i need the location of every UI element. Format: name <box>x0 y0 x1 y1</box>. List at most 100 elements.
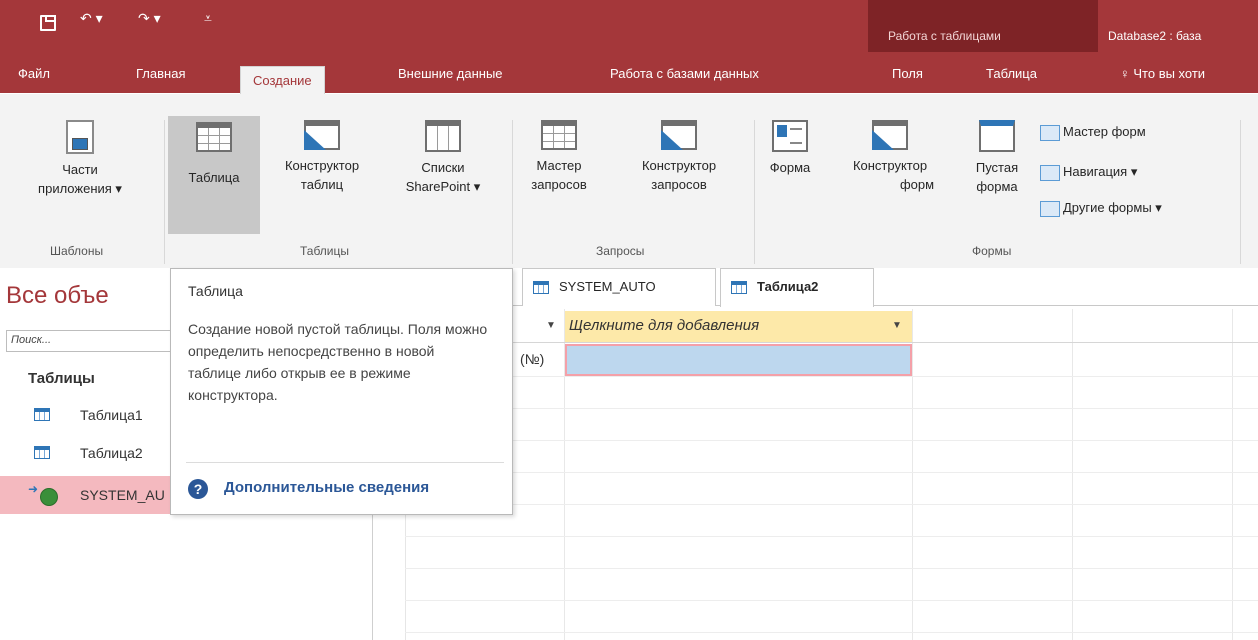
tab-database-tools[interactable]: Работа с базами данных <box>610 52 759 93</box>
nav-item-label: SYSTEM_AU <box>80 487 165 503</box>
application-parts-label-2: приложения ▾ <box>38 181 122 196</box>
form-icon <box>772 120 808 152</box>
row-divider <box>405 342 1258 343</box>
table-button[interactable]: Таблица <box>168 116 260 234</box>
ribbon-separator <box>164 120 165 264</box>
table-icon <box>731 281 747 295</box>
query-wizard-label-2: запросов <box>531 177 587 192</box>
new-row-id: (№) <box>520 351 545 367</box>
row-divider <box>405 504 1258 505</box>
blank-form-icon <box>979 120 1015 152</box>
form-designer-icon <box>872 120 908 150</box>
navigation-form-icon <box>1040 164 1060 181</box>
table-designer-button[interactable]: Конструктор таблиц <box>262 120 382 194</box>
row-divider <box>405 568 1258 569</box>
group-label-tables: Таблицы <box>300 244 350 258</box>
doc-tab-system-auto[interactable]: SYSTEM_AUTO <box>522 268 716 306</box>
form-designer-label-1: Конструктор <box>852 158 928 173</box>
add-column-dropdown-icon[interactable]: ▼ <box>892 311 902 341</box>
query-designer-label-2: запросов <box>651 177 707 192</box>
form-wizard-button[interactable]: Мастер форм <box>1040 124 1146 141</box>
row-divider <box>405 376 1258 377</box>
group-label-queries: Запросы <box>596 244 645 258</box>
row-divider <box>405 472 1258 473</box>
undo-icon[interactable]: ↶ ▾ <box>80 10 103 27</box>
link-arrow-icon: ➜ <box>28 482 39 496</box>
doc-tab-table2[interactable]: Таблица2 <box>720 268 874 307</box>
query-designer-icon <box>661 120 697 150</box>
doc-tab-label: Таблица2 <box>757 279 819 294</box>
add-column-header[interactable]: Щелкните для добавления <box>565 311 912 342</box>
redo-icon[interactable]: ↷ ▾ <box>138 10 161 27</box>
more-forms-button[interactable]: Другие формы ▾ <box>1040 200 1162 217</box>
column-divider <box>1232 309 1233 640</box>
tooltip-title: Таблица <box>188 283 243 299</box>
tab-create[interactable]: Создание <box>240 66 325 95</box>
form-designer-label-2: форм <box>899 177 935 192</box>
nav-pane-title[interactable]: Все объе <box>6 282 109 310</box>
id-column-dropdown-icon[interactable]: ▼ <box>546 311 556 341</box>
doc-tab-label: SYSTEM_AUTO <box>559 279 656 294</box>
form-button-label: Форма <box>769 160 811 175</box>
query-wizard-icon <box>541 120 577 150</box>
tell-me-label: Что вы хоти <box>1133 66 1206 81</box>
more-forms-label: Другие формы ▾ <box>1063 200 1162 215</box>
navigation-form-label: Навигация ▾ <box>1063 164 1138 179</box>
table-icon <box>533 281 549 295</box>
lightbulb-icon: ♀ <box>1120 66 1134 81</box>
group-label-forms: Формы <box>972 244 1012 258</box>
ribbon-separator <box>1240 120 1241 264</box>
row-divider <box>405 632 1258 633</box>
nav-item-label: Таблица2 <box>80 445 143 461</box>
ribbon-separator <box>754 120 755 264</box>
row-divider <box>405 536 1258 537</box>
nav-search-input[interactable]: Поиск... <box>6 330 176 352</box>
column-divider <box>1072 309 1073 640</box>
query-designer-label-1: Конструктор <box>641 158 717 173</box>
tab-home[interactable]: Главная <box>136 52 185 93</box>
query-wizard-label-1: Мастер <box>536 158 582 173</box>
new-record-cell[interactable] <box>565 344 912 376</box>
table-icon <box>34 408 50 421</box>
sharepoint-lists-button[interactable]: Списки SharePoint ▾ <box>388 120 498 196</box>
blank-form-label-1: Пустая <box>975 160 1019 175</box>
nav-section-tables[interactable]: Таблицы <box>28 370 95 387</box>
blank-form-button[interactable]: Пустая форма <box>962 120 1032 196</box>
navigation-form-button[interactable]: Навигация ▾ <box>1040 164 1137 181</box>
row-divider <box>405 440 1258 441</box>
context-group-label: Работа с таблицами <box>888 29 1001 43</box>
customize-qat-icon[interactable]: ⩡ <box>204 10 212 27</box>
document-title: Database2 : база <box>1108 29 1202 43</box>
sharepoint-lists-label-2: SharePoint ▾ <box>405 179 481 194</box>
tell-me-box[interactable]: ♀ Что вы хоти <box>1120 52 1205 93</box>
table-icon <box>34 446 50 459</box>
more-forms-icon <box>1040 200 1060 217</box>
tooltip-divider <box>186 462 504 463</box>
group-label-templates: Шаблоны <box>50 244 104 258</box>
form-button[interactable]: Форма <box>760 120 820 177</box>
application-parts-label-1: Части <box>62 162 98 177</box>
form-wizard-label: Мастер форм <box>1063 124 1146 139</box>
query-wizard-button[interactable]: Мастер запросов <box>516 120 602 194</box>
tab-fields[interactable]: Поля <box>892 52 923 93</box>
table-designer-label-1: Конструктор <box>284 158 360 173</box>
application-parts-icon <box>66 120 94 154</box>
table-icon <box>196 122 232 152</box>
sharepoint-lists-label-1: Списки <box>421 160 465 175</box>
column-divider <box>912 309 913 640</box>
tooltip-body: Создание новой пустой таблицы. Поля можн… <box>188 321 488 403</box>
blank-form-label-2: форма <box>976 179 1018 194</box>
save-icon[interactable] <box>40 15 56 31</box>
application-parts-button[interactable]: Части приложения ▾ <box>0 120 160 198</box>
tab-file[interactable]: Файл <box>18 52 50 93</box>
tooltip-help-link[interactable]: Дополнительные сведения <box>224 479 429 496</box>
form-designer-button[interactable]: Конструктор форм <box>820 120 960 194</box>
row-divider <box>405 408 1258 409</box>
row-divider <box>405 600 1258 601</box>
form-wizard-icon <box>1040 124 1060 141</box>
tab-table[interactable]: Таблица <box>986 52 1037 93</box>
help-icon: ? <box>188 479 208 499</box>
query-designer-button[interactable]: Конструктор запросов <box>604 120 754 194</box>
table-designer-label-2: таблиц <box>300 177 344 192</box>
tab-external-data[interactable]: Внешние данные <box>398 52 503 93</box>
